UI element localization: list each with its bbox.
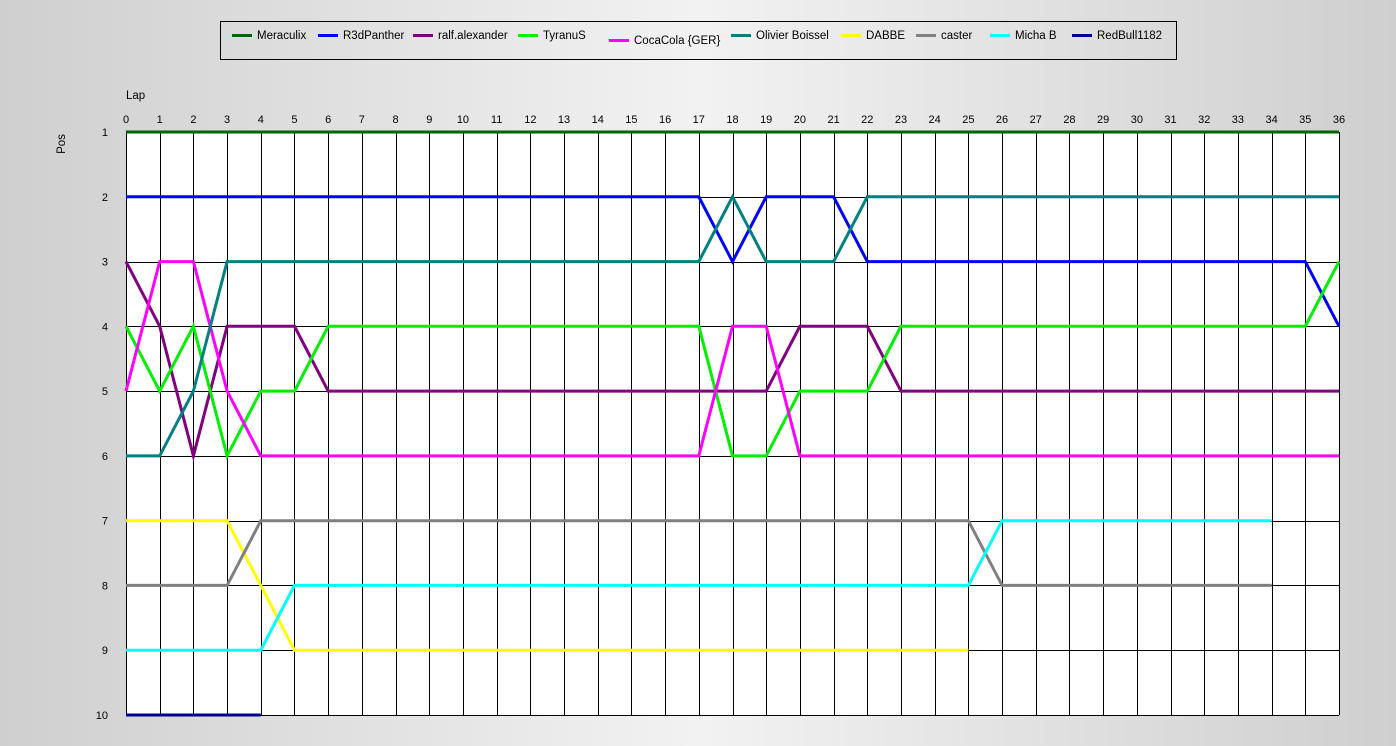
x-tick-label: 13	[558, 114, 570, 126]
x-tick-label: 35	[1299, 114, 1311, 126]
x-tick-label: 21	[827, 114, 839, 126]
legend-label: TyranuS	[543, 30, 586, 42]
y-axis-title: Pos	[56, 134, 68, 154]
x-tick-label: 8	[392, 114, 398, 126]
legend-label: Meraculix	[257, 30, 306, 42]
x-tick-label: 1	[157, 114, 163, 126]
x-tick-label: 6	[325, 114, 331, 126]
x-tick-label: 23	[895, 114, 907, 126]
x-tick-label: 29	[1097, 114, 1109, 126]
legend-label: Micha B	[1015, 30, 1057, 42]
x-tick-label: 30	[1131, 114, 1143, 126]
x-tick-label: 24	[929, 114, 941, 126]
x-tick-label: 33	[1232, 114, 1244, 126]
y-tick-label: 5	[102, 386, 108, 398]
x-tick-label: 19	[760, 114, 772, 126]
legend-label: ralf.alexander	[438, 30, 508, 42]
x-tick-label: 10	[457, 114, 469, 126]
x-tick-label: 3	[224, 114, 230, 126]
y-tick-label: 10	[96, 710, 108, 722]
y-tick-label: 9	[102, 645, 108, 657]
legend-label: caster	[941, 30, 972, 42]
legend-label: R3dPanther	[343, 30, 405, 42]
x-tick-label: 22	[861, 114, 873, 126]
x-tick-label: 9	[426, 114, 432, 126]
x-tick-labels: 0 1 2 3 4 5 6 7 8 9 10 11 12 13 14 15 16 17 18 19 20 21 22 23 24…	[123, 114, 1345, 126]
legend: Meraculix R3dPanther ralf.alexander TyranuS…	[220, 21, 1177, 60]
x-tick-label: 34	[1265, 114, 1277, 126]
y-tick-label: 8	[102, 580, 108, 592]
x-tick-label: 17	[693, 114, 705, 126]
x-tick-label: 14	[592, 114, 604, 126]
y-tick-labels: 1 2 3 4 5 6 7 8 9 10	[96, 127, 108, 722]
y-tick-label: 4	[102, 321, 108, 333]
x-tick-label: 20	[794, 114, 806, 126]
x-tick-label: 4	[258, 114, 264, 126]
legend-label: CocaCola {GER}	[634, 35, 720, 47]
x-tick-label: 0	[123, 114, 129, 126]
x-tick-label: 2	[190, 114, 196, 126]
position-chart: Meraculix R3dPanther ralf.alexander TyranuS…	[56, 21, 1345, 722]
y-tick-label: 2	[102, 192, 108, 204]
x-tick-label: 5	[291, 114, 297, 126]
x-tick-label: 12	[524, 114, 536, 126]
x-tick-label: 32	[1198, 114, 1210, 126]
y-tick-label: 1	[102, 127, 108, 139]
x-tick-label: 36	[1333, 114, 1345, 126]
x-tick-label: 27	[1030, 114, 1042, 126]
x-tick-label: 11	[491, 114, 502, 126]
legend-label: DABBE	[866, 30, 905, 42]
x-tick-label: 16	[659, 114, 671, 126]
plot-background	[126, 132, 1339, 715]
legend-label: Olivier Boissel	[756, 30, 829, 42]
x-axis-title: Lap	[126, 90, 145, 102]
x-tick-label: 15	[625, 114, 637, 126]
x-tick-label: 25	[962, 114, 974, 126]
y-tick-label: 6	[102, 451, 108, 463]
x-tick-label: 31	[1164, 114, 1176, 126]
x-tick-label: 26	[996, 114, 1008, 126]
y-tick-label: 3	[102, 257, 108, 269]
y-tick-label: 7	[102, 516, 108, 528]
x-tick-label: 28	[1063, 114, 1075, 126]
x-tick-label: 18	[726, 114, 738, 126]
legend-label: RedBull1182	[1097, 30, 1162, 42]
x-tick-label: 7	[359, 114, 365, 126]
